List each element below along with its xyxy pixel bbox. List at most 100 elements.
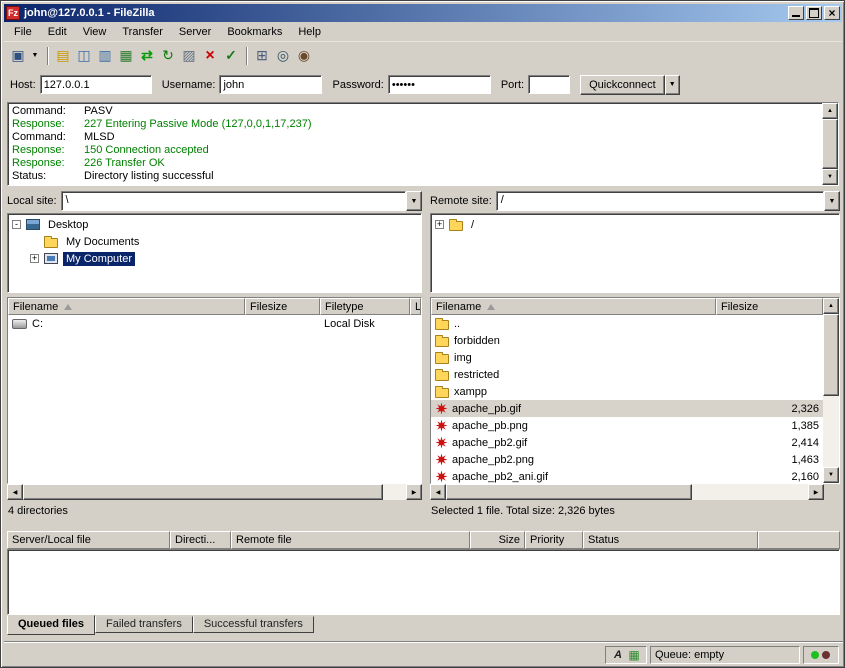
quickconnect-button[interactable]: Quickconnect [580, 75, 665, 95]
remote-file-row[interactable]: apache_pb.png 1,385 [431, 417, 823, 434]
tree-item-my-computer[interactable]: + My Computer [10, 250, 419, 267]
menu-transfer[interactable]: Transfer [114, 24, 171, 40]
folder-icon [435, 337, 449, 347]
disconnect-icon[interactable]: ✓ [221, 46, 241, 66]
local-hscrollbar[interactable]: ◀ ▶ [7, 484, 422, 500]
scroll-down-icon[interactable]: ▼ [822, 169, 838, 185]
column-header-filesize[interactable]: Filesize [716, 298, 823, 315]
local-list-body[interactable]: C: Local Disk [8, 315, 421, 483]
column-header-direction[interactable]: Directi... [170, 531, 231, 549]
column-header-filename[interactable]: Filename [431, 298, 716, 315]
tab-queued-files[interactable]: Queued files [7, 615, 95, 635]
scroll-left-icon[interactable]: ◀ [430, 484, 446, 500]
scroll-right-icon[interactable]: ▶ [406, 484, 422, 500]
tree-item-my-documents[interactable]: My Documents [10, 233, 419, 250]
menu-help[interactable]: Help [290, 24, 329, 40]
quickconnect-dropdown-icon[interactable]: ▼ [665, 75, 680, 95]
tree-item-label[interactable]: My Documents [63, 235, 142, 249]
chevron-down-icon[interactable]: ▼ [824, 191, 840, 211]
remote-file-row[interactable]: forbidden [431, 332, 823, 349]
close-button[interactable]: × [824, 6, 840, 20]
host-input[interactable] [40, 75, 152, 94]
refresh-icon[interactable]: ⇄ [137, 46, 157, 66]
scroll-thumb[interactable] [23, 484, 383, 500]
column-header-status[interactable]: Status [583, 531, 758, 549]
log-scrollbar[interactable]: ▲ ▼ [822, 103, 838, 185]
column-header-filetype[interactable]: Filetype [320, 298, 410, 315]
column-header-server-local-file[interactable]: Server/Local file [7, 531, 170, 549]
scroll-up-icon[interactable]: ▲ [822, 103, 838, 119]
site-manager-dropdown-icon[interactable]: ▼ [29, 46, 41, 66]
minimize-button[interactable] [788, 6, 804, 20]
toggle-log-icon[interactable]: ▤ [53, 46, 73, 66]
port-input[interactable] [528, 75, 570, 94]
column-header-lastmodified[interactable]: L [410, 298, 421, 315]
local-file-row[interactable]: C: Local Disk [8, 315, 421, 332]
maximize-button[interactable] [806, 6, 822, 20]
title-bar[interactable]: Fz john@127.0.0.1 - FileZilla × [4, 4, 842, 22]
column-header-priority[interactable]: Priority [525, 531, 583, 549]
remote-site-label: Remote site: [430, 195, 492, 207]
menu-bookmarks[interactable]: Bookmarks [219, 24, 290, 40]
remote-vscrollbar[interactable]: ▲ ▼ [823, 298, 839, 483]
process-queue-icon[interactable]: ↻ [158, 46, 178, 66]
filter-icon[interactable]: ◎ [273, 46, 293, 66]
scroll-thumb[interactable] [823, 314, 839, 396]
menu-edit[interactable]: Edit [40, 24, 75, 40]
tree-item-root[interactable]: + / [433, 216, 837, 233]
remote-file-row-selected[interactable]: apache_pb.gif 2,326 [431, 400, 823, 417]
scroll-right-icon[interactable]: ▶ [808, 484, 824, 500]
tree-item-label[interactable]: / [468, 218, 477, 232]
column-header-size[interactable]: Size [470, 531, 525, 549]
remote-file-row[interactable]: img [431, 349, 823, 366]
scroll-thumb[interactable] [446, 484, 692, 500]
toggle-local-tree-icon[interactable]: ◫ [74, 46, 94, 66]
find-icon[interactable]: ◉ [294, 46, 314, 66]
tree-expand-icon[interactable]: + [435, 220, 444, 229]
remote-file-row[interactable]: xampp [431, 383, 823, 400]
remote-list-body[interactable]: .. forbidden img restricted xampp [431, 315, 823, 483]
tree-expand-icon[interactable]: + [30, 254, 39, 263]
toggle-remote-tree-icon[interactable]: ▥ [95, 46, 115, 66]
column-header-filename[interactable]: Filename [8, 298, 245, 315]
scroll-left-icon[interactable]: ◀ [7, 484, 23, 500]
remote-tree: + / [430, 213, 840, 293]
password-input[interactable] [388, 75, 491, 94]
site-manager-icon[interactable]: ▣ [8, 46, 28, 66]
remote-hscrollbar[interactable]: ◀ ▶ [430, 484, 824, 500]
scroll-up-icon[interactable]: ▲ [823, 298, 839, 314]
toggle-queue-icon[interactable]: ▦ [116, 46, 136, 66]
tree-item-label-selected[interactable]: My Computer [63, 252, 135, 266]
chevron-down-icon[interactable]: ▼ [406, 191, 422, 211]
queue-header: Server/Local file Directi... Remote file… [7, 531, 840, 549]
remote-site-value[interactable]: / [496, 191, 824, 211]
message-log[interactable]: Command:PASV Response:227 Entering Passi… [7, 102, 839, 186]
scroll-down-icon[interactable]: ▼ [823, 467, 839, 483]
pane-splitter[interactable] [422, 191, 430, 503]
remote-file-row[interactable]: apache_pb2.png 1,463 [431, 451, 823, 468]
tree-collapse-icon[interactable]: - [12, 220, 21, 229]
username-input[interactable] [219, 75, 322, 94]
tree-item-desktop[interactable]: - Desktop [10, 216, 419, 233]
remote-site-combo[interactable]: / ▼ [496, 191, 840, 211]
tab-failed-transfers[interactable]: Failed transfers [95, 616, 193, 633]
cancel-icon[interactable]: × [200, 46, 220, 66]
remote-file-row[interactable]: restricted [431, 366, 823, 383]
menu-file[interactable]: File [6, 24, 40, 40]
preview-icon[interactable]: ▨ [179, 46, 199, 66]
queue-list[interactable] [7, 549, 840, 615]
remote-file-row[interactable]: apache_pb2.gif 2,414 [431, 434, 823, 451]
tree-item-label[interactable]: Desktop [45, 218, 91, 232]
remote-file-row[interactable]: .. [431, 315, 823, 332]
column-header-filesize[interactable]: Filesize [245, 298, 320, 315]
remote-file-row[interactable]: apache_pb2_ani.gif 2,160 [431, 468, 823, 483]
menu-view[interactable]: View [75, 24, 115, 40]
scroll-thumb[interactable] [822, 119, 838, 169]
tab-successful-transfers[interactable]: Successful transfers [193, 616, 314, 633]
menu-server[interactable]: Server [171, 24, 219, 40]
compare-icon[interactable]: ⊞ [252, 46, 272, 66]
local-site-combo[interactable]: \ ▼ [61, 191, 422, 211]
password-label: Password: [332, 79, 383, 91]
local-site-value[interactable]: \ [61, 191, 406, 211]
column-header-remote-file[interactable]: Remote file [231, 531, 470, 549]
